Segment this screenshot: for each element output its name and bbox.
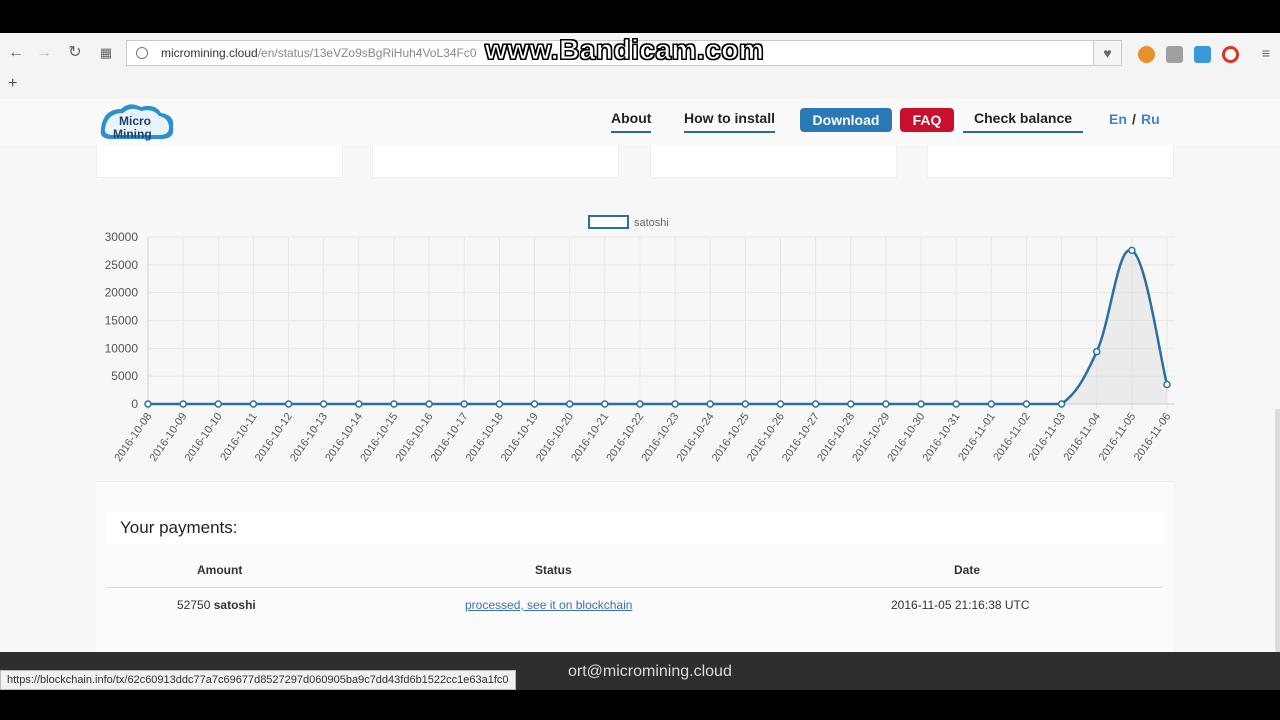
data-point [636, 400, 644, 408]
data-point [1022, 400, 1031, 408]
data-point [1057, 400, 1066, 408]
data-point [214, 400, 223, 408]
data-point [179, 400, 187, 408]
extension-red-icon[interactable] [1222, 46, 1239, 63]
logo-line1: Micro [119, 114, 151, 128]
payment-amount-value: 52750 [177, 598, 211, 612]
col-amount-header: Amount [197, 563, 243, 577]
reload-icon[interactable]: ↻ [63, 41, 87, 65]
series-line [148, 249, 1169, 406]
data-point [319, 400, 328, 408]
satoshi-line-chart: 0500010000150002000025000300002016-10-08… [105, 215, 1175, 464]
payments-panel: Your payments: Amount Status Date 52750 … [96, 481, 1174, 652]
payments-title: Your payments: [120, 518, 238, 537]
data-point [917, 400, 925, 408]
data-point [706, 400, 714, 408]
data-point [882, 400, 890, 408]
data-point [741, 400, 750, 408]
logo-line2: Mining [113, 127, 152, 141]
y-tick-label: 10000 [105, 341, 139, 355]
legend-label: satoshi [634, 217, 669, 229]
y-tick-label: 20000 [105, 286, 139, 300]
forward-icon[interactable]: → [32, 41, 56, 65]
y-tick-label: 25000 [105, 258, 139, 272]
data-point [530, 400, 539, 408]
stat-card [927, 145, 1174, 178]
scrollbar[interactable] [1275, 409, 1280, 652]
data-point [1163, 380, 1171, 389]
nav-faq-button[interactable]: FAQ [900, 108, 954, 132]
url-host: micromining.cloud [161, 46, 258, 60]
stat-card [372, 145, 619, 178]
data-point [847, 400, 855, 408]
data-point [390, 400, 398, 408]
data-point [601, 400, 609, 408]
data-point [987, 400, 996, 408]
series-area-fill [148, 249, 1167, 404]
x-tick-label: 2016-11-06 [1132, 411, 1174, 463]
nav-check-balance[interactable]: Check balance [963, 110, 1084, 133]
micromining-logo[interactable]: Micro Mining [97, 101, 177, 145]
data-point [249, 400, 258, 408]
data-point [355, 400, 363, 408]
web-page: Micro Mining About How to install Downlo… [0, 99, 1280, 652]
data-point [952, 400, 960, 408]
col-status-header: Status [535, 563, 572, 577]
col-date-header: Date [954, 563, 981, 577]
site-header: Micro Mining About How to install Downlo… [0, 99, 1280, 145]
lang-ru-link[interactable]: Ru [1141, 111, 1160, 127]
y-tick-label: 0 [131, 397, 138, 411]
legend-swatch [588, 215, 629, 229]
data-point [776, 400, 785, 408]
bookmark-heart-icon[interactable]: ♥ [1094, 40, 1122, 66]
payment-status-link[interactable]: processed, see it on blockchain [465, 598, 632, 612]
data-point [1128, 246, 1136, 255]
data-point [495, 400, 504, 408]
y-tick-label: 5000 [111, 369, 138, 383]
payment-amount-unit: satoshi [213, 598, 256, 612]
payment-date: 2016-11-05 21:16:38 UTC [891, 598, 1030, 612]
lang-en-link[interactable]: En [1109, 111, 1127, 127]
recording-watermark: www.Bandicam.com [484, 34, 765, 66]
data-point [284, 400, 293, 408]
payments-title-box: Your payments: [106, 512, 1163, 544]
browser-status-bar: https://blockchain.info/tx/62c60913ddc77… [0, 670, 516, 690]
screen-top-bar [0, 0, 1280, 33]
cookie-extension-icon[interactable] [1138, 46, 1155, 63]
data-point [144, 400, 152, 408]
data-point [811, 400, 820, 408]
globe-icon [136, 47, 148, 59]
stat-card [650, 145, 897, 178]
menu-icon[interactable]: ≡ [1254, 41, 1278, 65]
url-path: /en/status/13eVZo9sBgRiHuh4VoL34Fc0 [257, 46, 477, 60]
extension-icon[interactable] [1166, 46, 1183, 63]
back-icon[interactable]: ← [4, 41, 28, 65]
lang-separator: / [1132, 111, 1136, 127]
data-point [1092, 347, 1101, 356]
new-tab-button[interactable]: + [8, 75, 17, 93]
data-point [565, 400, 574, 408]
data-point [671, 400, 679, 408]
apps-grid-icon[interactable]: ▦ [94, 41, 118, 65]
stat-card [96, 145, 343, 178]
extension-blue-icon[interactable] [1194, 46, 1211, 63]
data-point [425, 400, 433, 408]
y-tick-label: 15000 [105, 314, 139, 328]
nav-download-button[interactable]: Download [800, 108, 892, 132]
screen-bottom-bar [0, 690, 1280, 720]
payment-amount: 52750 satoshi [177, 598, 256, 612]
nav-how-to-install[interactable]: How to install [684, 110, 775, 133]
table-divider [106, 587, 1163, 588]
y-tick-label: 30000 [105, 230, 139, 244]
data-point [460, 400, 468, 408]
footer-email[interactable]: ort@micromining.cloud [568, 663, 732, 681]
nav-about[interactable]: About [611, 110, 652, 133]
